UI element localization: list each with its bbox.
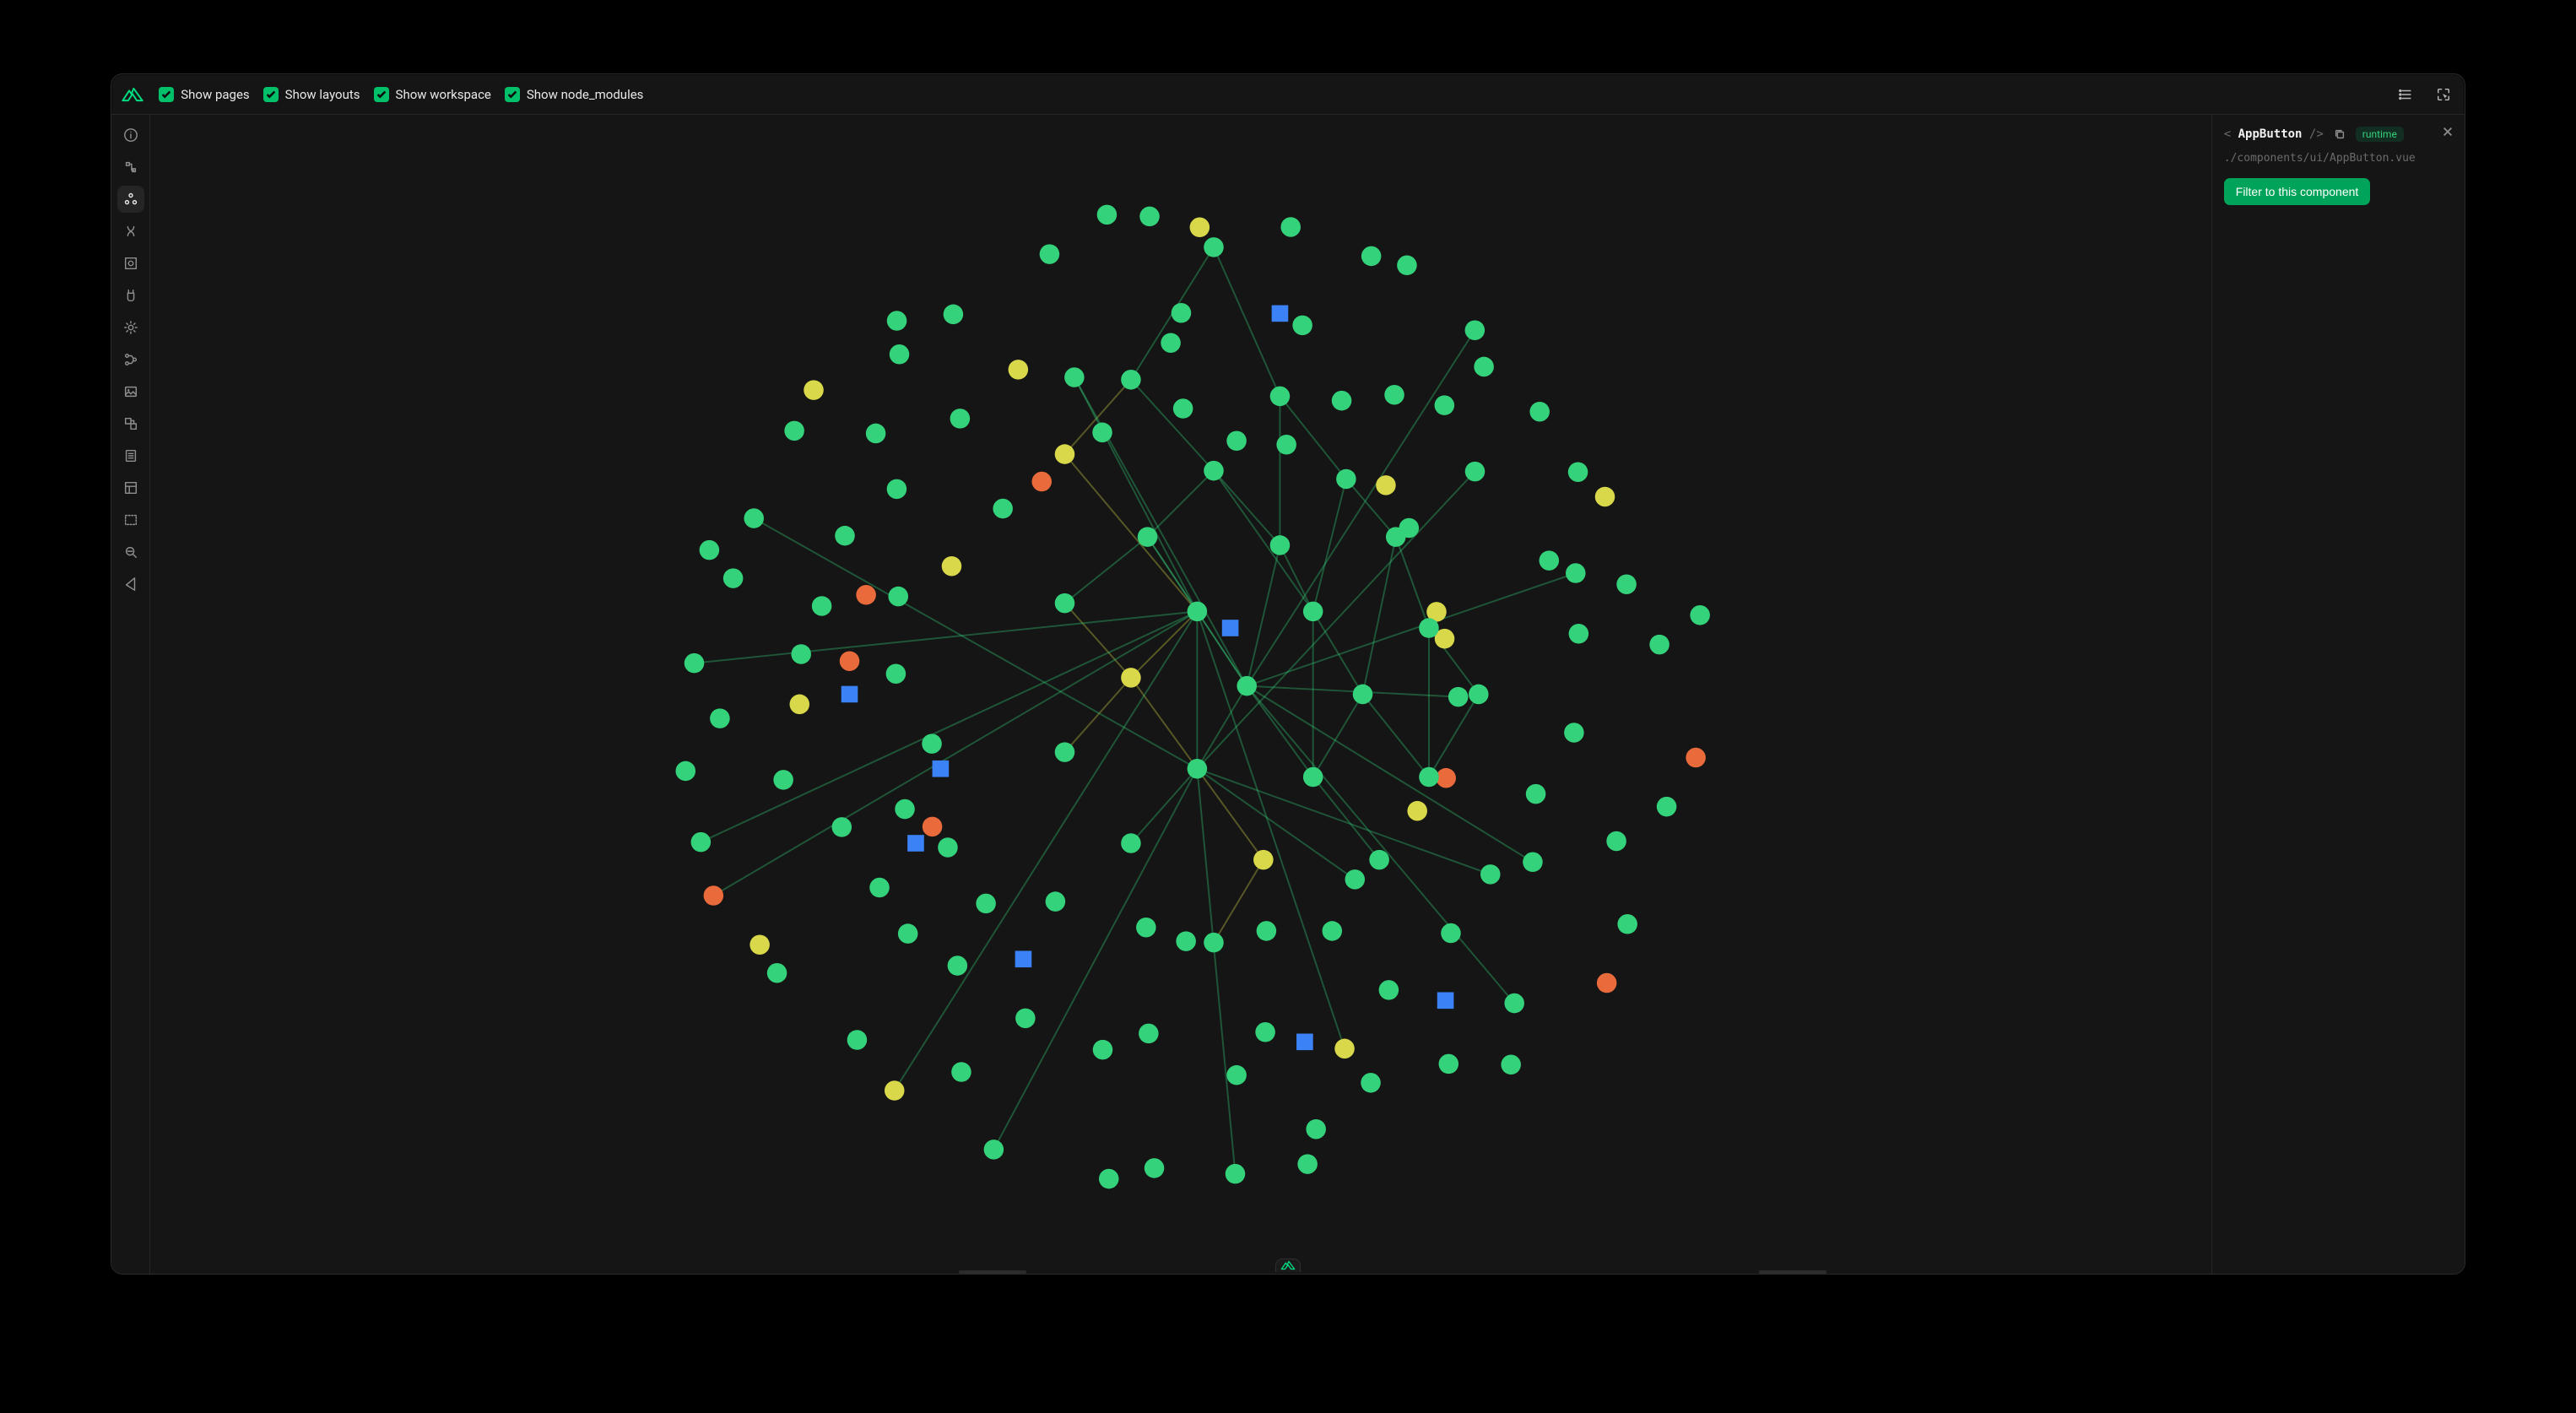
- list-view-button[interactable]: [2394, 82, 2419, 107]
- sidebar-item-layout[interactable]: [117, 474, 144, 501]
- copy-name-button[interactable]: [2330, 125, 2349, 143]
- sidebar-item-tree[interactable]: [117, 154, 144, 181]
- nuxt-logo-icon: [118, 80, 147, 109]
- sidebar-item-hooks[interactable]: [117, 218, 144, 245]
- checkbox-label: Show node_modules: [527, 87, 644, 102]
- devtools-window: Show pages Show layouts Show workspace S…: [111, 73, 2465, 1275]
- component-tag: < AppButton />: [2224, 127, 2324, 141]
- sidebar-item-info[interactable]: [117, 122, 144, 149]
- main-body: < AppButton /> runtime ./components/ui/A…: [111, 115, 2465, 1274]
- close-inspector-button[interactable]: [2438, 122, 2458, 142]
- sidebar-item-assets[interactable]: [117, 378, 144, 405]
- filter-to-component-button[interactable]: Filter to this component: [2224, 178, 2371, 205]
- sidebar-item-components-graph[interactable]: [117, 186, 144, 213]
- check-icon: [159, 87, 174, 102]
- checkbox-label: Show pages: [181, 87, 249, 102]
- inspector-header: < AppButton /> runtime: [2224, 125, 2453, 143]
- check-icon: [505, 87, 520, 102]
- sidebar-item-search[interactable]: [117, 539, 144, 566]
- checkbox-show-node-modules[interactable]: Show node_modules: [505, 87, 644, 102]
- inspector-panel: < AppButton /> runtime ./components/ui/A…: [2211, 115, 2465, 1274]
- component-path: ./components/ui/AppButton.vue: [2224, 152, 2453, 165]
- component-graph-canvas[interactable]: [150, 115, 2211, 1274]
- runtime-badge: runtime: [2356, 127, 2404, 142]
- resize-handle[interactable]: [1759, 1270, 1826, 1274]
- sidebar-item-settings[interactable]: [117, 314, 144, 341]
- check-icon: [263, 87, 279, 102]
- sidebar-item-inspect[interactable]: [117, 250, 144, 277]
- sidebar-item-plugins[interactable]: [117, 282, 144, 309]
- filter-checkboxes: Show pages Show layouts Show workspace S…: [159, 87, 643, 102]
- checkbox-show-workspace[interactable]: Show workspace: [374, 87, 491, 102]
- checkbox-label: Show layouts: [285, 87, 360, 102]
- sidebar-item-routes[interactable]: [117, 410, 144, 437]
- checkbox-show-layouts[interactable]: Show layouts: [263, 87, 360, 102]
- checkbox-show-pages[interactable]: Show pages: [159, 87, 249, 102]
- resize-handle[interactable]: [959, 1270, 1026, 1274]
- sidebar-item-timeline[interactable]: [117, 506, 144, 533]
- component-name: AppButton: [2238, 127, 2303, 141]
- sidebar-item-vscode[interactable]: [117, 571, 144, 598]
- sidebar-item-state[interactable]: [117, 346, 144, 373]
- top-toolbar: Show pages Show layouts Show workspace S…: [111, 74, 2465, 115]
- sidebar-rail: [111, 115, 150, 1274]
- sidebar-item-storage[interactable]: [117, 442, 144, 469]
- check-icon: [374, 87, 389, 102]
- checkbox-label: Show workspace: [396, 87, 491, 102]
- nuxt-footer-icon[interactable]: [1275, 1259, 1301, 1272]
- select-element-button[interactable]: [2431, 82, 2456, 107]
